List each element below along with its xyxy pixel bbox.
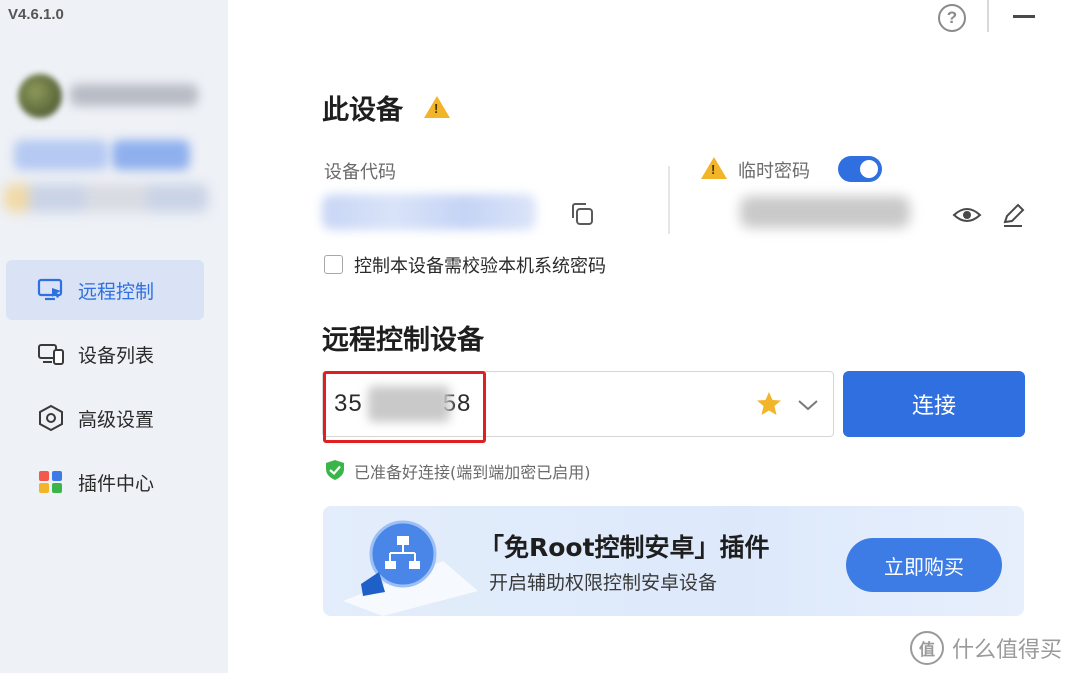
temp-password-label: 临时密码 <box>738 161 810 182</box>
plugin-illustration-icon <box>343 520 478 616</box>
buy-now-button[interactable]: 立即购买 <box>846 538 1002 592</box>
device-code-label: 设备代码 <box>324 162 396 183</box>
watermark: 值 什么值得买 <box>910 628 1062 668</box>
chevron-down-icon[interactable] <box>796 395 820 415</box>
remote-control-title: 远程控制设备 <box>322 325 484 356</box>
this-device-title: 此设备 <box>322 95 403 126</box>
account-action-blurred[interactable] <box>112 140 190 170</box>
device-code-value-blurred <box>322 194 536 230</box>
sidebar: V4.6.1.0 远程控制 设备列表 高级设置 插件中心 <box>0 0 228 673</box>
titlebar-divider <box>987 0 989 32</box>
verify-system-password-label[interactable]: 控制本设备需校验本机系统密码 <box>354 252 606 278</box>
account-badge-blurred <box>14 140 108 170</box>
banner-title: 「免Root控制安卓」插件 <box>479 533 770 562</box>
warning-icon <box>424 96 450 118</box>
eye-icon[interactable] <box>952 202 982 228</box>
shield-check-icon <box>326 460 344 480</box>
sidebar-item-label: 高级设置 <box>78 408 155 431</box>
sidebar-item-label: 插件中心 <box>78 472 155 495</box>
connect-button[interactable]: 连接 <box>843 371 1025 437</box>
plugins-grid-icon <box>36 467 66 497</box>
sidebar-item-advanced-settings[interactable]: 高级设置 <box>6 388 204 448</box>
temp-password-value-blurred <box>740 196 910 228</box>
monitor-remote-icon <box>36 275 66 305</box>
hex-settings-icon <box>36 403 66 433</box>
warning-icon <box>701 157 727 179</box>
watermark-logo-icon: 值 <box>910 631 944 665</box>
sidebar-item-label: 远程控制 <box>78 280 155 303</box>
section-divider <box>668 166 670 234</box>
edit-pencil-icon[interactable] <box>1000 202 1026 228</box>
temp-password-toggle[interactable] <box>838 156 882 182</box>
plugin-promo-banner[interactable]: 「免Root控制安卓」插件 开启辅助权限控制安卓设备 立即购买 <box>323 506 1024 616</box>
watermark-text: 什么值得买 <box>952 638 1063 663</box>
account-info-row-blurred <box>4 184 208 212</box>
sidebar-item-label: 设备列表 <box>78 344 155 367</box>
sidebar-item-remote-control[interactable]: 远程控制 <box>6 260 204 320</box>
highlight-box <box>323 371 486 443</box>
username-blurred <box>70 84 198 106</box>
connection-status-text: 已准备好连接(端到端加密已启用) <box>354 463 591 482</box>
star-favorite-icon[interactable] <box>755 390 783 418</box>
devices-icon <box>36 339 66 369</box>
sidebar-item-device-list[interactable]: 设备列表 <box>6 324 204 384</box>
minimize-icon[interactable] <box>1013 15 1035 18</box>
banner-subtitle: 开启辅助权限控制安卓设备 <box>489 572 718 594</box>
copy-icon[interactable] <box>568 200 596 228</box>
verify-system-password-checkbox[interactable] <box>324 255 343 274</box>
help-icon[interactable]: ? <box>938 4 966 32</box>
sidebar-item-plugin-center[interactable]: 插件中心 <box>6 452 204 512</box>
app-version: V4.6.1.0 <box>8 6 64 23</box>
avatar[interactable] <box>18 74 62 118</box>
